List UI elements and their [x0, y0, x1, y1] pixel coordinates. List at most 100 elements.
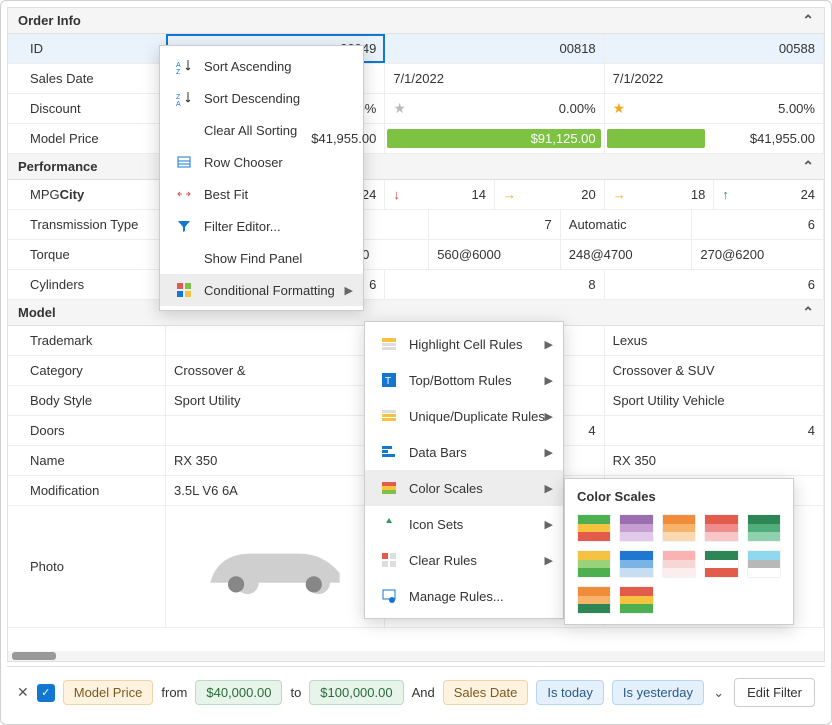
cell-bs-a[interactable]: Sport Utility [166, 386, 385, 415]
cell-disc-3[interactable]: ★5.00% [605, 94, 824, 123]
filter-value-min[interactable]: $40,000.00 [195, 680, 282, 705]
menu-conditional-formatting[interactable]: Conditional Formatting ▶ [160, 274, 363, 306]
cell-tm-c[interactable]: Lexus [605, 326, 824, 355]
submenu-arrow-icon: ▶ [545, 446, 553, 459]
section-order-info[interactable]: Order Info ⌃ [8, 8, 824, 34]
color-scale-swatch[interactable] [662, 550, 696, 578]
cell-salesdate-3[interactable]: 7/1/2022 [605, 64, 824, 93]
cell-id-2[interactable]: 00818 [385, 34, 604, 63]
svg-text:Z: Z [176, 94, 181, 101]
color-scale-swatch[interactable] [577, 514, 611, 542]
menu-sort-ascending[interactable]: AZ Sort Ascending [160, 50, 363, 82]
cell-price-3[interactable]: $41,955.00 [605, 124, 824, 153]
column-context-menu: AZ Sort Ascending ZA Sort Descending Cle… [159, 45, 364, 311]
color-scale-swatch[interactable] [704, 550, 738, 578]
filter-text-to: to [290, 685, 301, 700]
color-scale-swatch[interactable] [747, 550, 781, 578]
color-scale-swatch[interactable] [577, 586, 611, 614]
label-transmission: Transmission Type [8, 210, 166, 239]
submenu-highlight-rules[interactable]: Highlight Cell Rules ▶ [365, 326, 563, 362]
filter-bar: ✕ ✓ Model Price from $40,000.00 to $100,… [7, 666, 825, 718]
menu-row-chooser[interactable]: Row Chooser [160, 146, 363, 178]
arrow-up-icon: ↑ [722, 187, 729, 202]
submenu-arrow-icon: ▶ [545, 374, 553, 387]
color-scales-title: Color Scales [577, 489, 781, 504]
color-scale-swatch[interactable] [619, 514, 653, 542]
cell-mpg-f[interactable]: ↑24 [714, 180, 824, 209]
horizontal-scrollbar[interactable] [8, 651, 824, 661]
cell-price-2[interactable]: $91,125.00 [385, 124, 604, 153]
chevron-up-icon[interactable]: ⌃ [802, 12, 814, 29]
filter-dropdown-button[interactable]: ⌄ [713, 685, 724, 701]
cell-tr-e[interactable]: 6 [692, 210, 824, 239]
menu-label: Highlight Cell Rules [409, 337, 522, 352]
color-scale-swatch[interactable] [747, 514, 781, 542]
menu-label: Filter Editor... [204, 219, 281, 234]
cell-dr-a[interactable] [166, 416, 385, 445]
cell-mpg-d[interactable]: →20 [495, 180, 605, 209]
menu-label: Row Chooser [204, 155, 283, 170]
menu-find-panel[interactable]: Show Find Panel [160, 242, 363, 274]
cell-mpg-c[interactable]: ↓14 [385, 180, 495, 209]
menu-best-fit[interactable]: Best Fit [160, 178, 363, 210]
filter-field-salesdate[interactable]: Sales Date [443, 680, 529, 705]
manage-icon [379, 588, 399, 604]
menu-label: Clear Rules [409, 553, 477, 568]
section-performance[interactable]: Performance ⌃ [8, 154, 824, 180]
cell-mod-a[interactable]: 3.5L V6 6A [166, 476, 385, 505]
submenu-arrow-icon: ▶ [545, 518, 553, 531]
cell-tq-c[interactable]: 560@6000 [429, 240, 561, 269]
label-modification: Modification [8, 476, 166, 505]
menu-sort-descending[interactable]: ZA Sort Descending [160, 82, 363, 114]
color-scale-swatch[interactable] [577, 550, 611, 578]
cell-bs-c[interactable]: Sport Utility Vehicle [605, 386, 824, 415]
cell-tq-d[interactable]: 248@4700 [561, 240, 693, 269]
menu-label: Sort Descending [204, 91, 300, 106]
cell-cat-c[interactable]: Crossover & SUV [605, 356, 824, 385]
filter-enabled-checkbox[interactable]: ✓ [37, 684, 55, 702]
submenu-data-bars[interactable]: Data Bars ▶ [365, 434, 563, 470]
menu-filter-editor[interactable]: Filter Editor... [160, 210, 363, 242]
submenu-color-scales[interactable]: Color Scales ▶ [365, 470, 563, 506]
submenu-arrow-icon: ▶ [345, 284, 353, 297]
color-scale-swatch[interactable] [619, 586, 653, 614]
color-scale-swatch[interactable] [619, 550, 653, 578]
cell-tm-a[interactable] [166, 326, 385, 355]
cell-nm-c[interactable]: RX 350 [605, 446, 824, 475]
cell-mpg-e[interactable]: →18 [605, 180, 715, 209]
color-scales-grid [577, 514, 781, 614]
cell-cat-a[interactable]: Crossover & [166, 356, 385, 385]
cell-cy-c[interactable]: 6 [605, 270, 824, 299]
edit-filter-button[interactable]: Edit Filter [734, 678, 815, 707]
cell-salesdate-2[interactable]: 7/1/2022 [385, 64, 604, 93]
cell-nm-a[interactable]: RX 350 [166, 446, 385, 475]
cell-cy-b[interactable]: 8 [385, 270, 604, 299]
cell-disc-2[interactable]: ★0.00% [385, 94, 604, 123]
cell-tr-c[interactable]: 7 [429, 210, 561, 239]
color-scale-swatch[interactable] [704, 514, 738, 542]
best-fit-icon [174, 186, 194, 202]
submenu-arrow-icon: ▶ [545, 554, 553, 567]
cell-tq-e[interactable]: 270@6200 [692, 240, 824, 269]
color-scales-popup: Color Scales [564, 478, 794, 625]
color-scale-swatch[interactable] [662, 514, 696, 542]
submenu-icon-sets[interactable]: Icon Sets ▶ [365, 506, 563, 542]
submenu-unique-duplicate[interactable]: Unique/Duplicate Rules ▶ [365, 398, 563, 434]
cell-id-3[interactable]: 00588 [605, 34, 824, 63]
filter-clear-button[interactable]: ✕ [17, 684, 29, 701]
submenu-top-bottom[interactable]: T Top/Bottom Rules ▶ [365, 362, 563, 398]
cell-dr-c[interactable]: 4 [605, 416, 824, 445]
menu-label: Manage Rules... [409, 589, 504, 604]
filter-value-isyesterday[interactable]: Is yesterday [612, 680, 704, 705]
submenu-manage-rules[interactable]: Manage Rules... [365, 578, 563, 614]
filter-value-istoday[interactable]: Is today [536, 680, 604, 705]
row-sales-date: Sales Date 7/1/2022 7/1/2022 [8, 64, 824, 94]
filter-field-modelprice[interactable]: Model Price [63, 680, 154, 705]
chevron-up-icon[interactable]: ⌃ [802, 304, 814, 321]
chevron-up-icon[interactable]: ⌃ [802, 158, 814, 175]
sort-desc-icon: ZA [174, 90, 194, 106]
submenu-clear-rules[interactable]: Clear Rules ▶ [365, 542, 563, 578]
filter-value-max[interactable]: $100,000.00 [309, 680, 403, 705]
cell-tr-d[interactable]: Automatic [561, 210, 693, 239]
cell-photo-a[interactable] [166, 506, 385, 627]
